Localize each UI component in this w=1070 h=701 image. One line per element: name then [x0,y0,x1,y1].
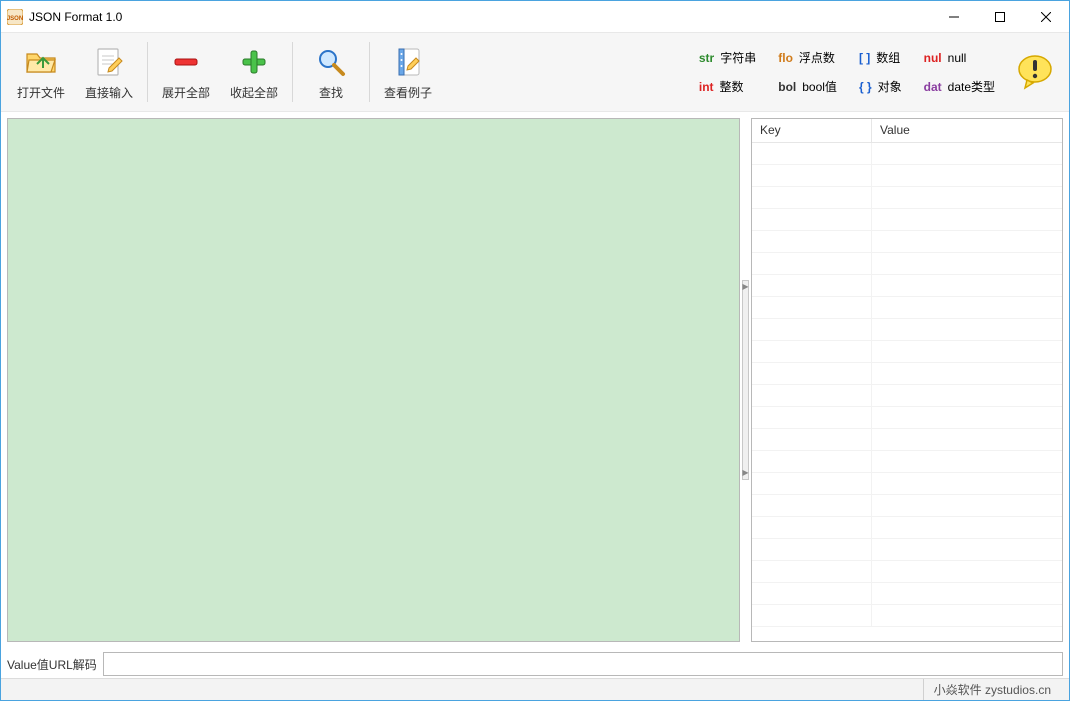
open-file-button[interactable]: 打开文件 [7,36,75,108]
legend-bol: bolbool值 [778,78,837,95]
notebook-icon [390,44,426,80]
splitter[interactable]: ▶ ▶ [740,118,751,642]
expand-all-button[interactable]: 展开全部 [152,36,220,108]
table-row[interactable] [752,341,1062,363]
collapse-all-label: 收起全部 [230,84,278,101]
minimize-button[interactable] [931,1,977,32]
window-title: JSON Format 1.0 [29,10,122,24]
minus-icon [168,44,204,80]
find-label: 查找 [319,84,343,101]
table-row[interactable] [752,319,1062,341]
expand-all-label: 展开全部 [162,84,210,101]
table-row[interactable] [752,605,1062,627]
maximize-button[interactable] [977,1,1023,32]
legend-int: int整数 [699,78,756,95]
type-legend: str字符串 flo浮点数 [ ]数组 nulnull int整数 bolboo… [699,49,1005,95]
chevron-right-icon: ▶ [742,283,748,291]
table-row[interactable] [752,385,1062,407]
table-row[interactable] [752,539,1062,561]
chevron-right-icon: ▶ [742,469,748,477]
table-row[interactable] [752,583,1062,605]
table-row[interactable] [752,143,1062,165]
url-decode-label: Value值URL解码 [7,656,97,673]
app-icon: JSON [7,9,23,25]
legend-str: str字符串 [699,49,756,66]
table-row[interactable] [752,407,1062,429]
table-row[interactable] [752,473,1062,495]
legend-nul: nulnull [924,51,995,65]
legend-flo: flo浮点数 [778,49,837,66]
direct-input-button[interactable]: 直接输入 [75,36,143,108]
plus-icon [236,44,272,80]
kv-header-value[interactable]: Value [872,119,1062,142]
table-row[interactable] [752,165,1062,187]
folder-open-icon [23,44,59,80]
table-row[interactable] [752,517,1062,539]
edit-document-icon [91,44,127,80]
status-credit: 小焱软件 zystudios.cn [923,679,1061,700]
legend-obj: { }对象 [859,78,902,95]
view-example-button[interactable]: 查看例子 [374,36,442,108]
table-row[interactable] [752,187,1062,209]
url-decode-bar: Value值URL解码 [1,648,1069,678]
kv-rows[interactable] [752,143,1062,641]
key-value-panel: Key Value [751,118,1063,642]
table-row[interactable] [752,429,1062,451]
app-window: JSON JSON Format 1.0 [0,0,1070,701]
toolbar-separator [147,42,148,102]
main-area: ▶ ▶ Key Value [1,112,1069,648]
kv-header: Key Value [752,119,1062,143]
table-row[interactable] [752,495,1062,517]
table-row[interactable] [752,209,1062,231]
toolbar: 打开文件 直接输入 [1,32,1069,112]
legend-dat: datdate类型 [924,78,995,95]
table-row[interactable] [752,275,1062,297]
view-example-label: 查看例子 [384,84,432,101]
svg-text:JSON: JSON [7,16,23,22]
url-decode-input[interactable] [103,652,1063,676]
search-icon [313,44,349,80]
alert-icon[interactable] [1015,51,1055,94]
table-row[interactable] [752,231,1062,253]
table-row[interactable] [752,253,1062,275]
legend-arr: [ ]数组 [859,49,902,66]
toolbar-separator [292,42,293,102]
collapse-all-button[interactable]: 收起全部 [220,36,288,108]
kv-header-key[interactable]: Key [752,119,872,142]
table-row[interactable] [752,561,1062,583]
table-row[interactable] [752,363,1062,385]
toolbar-separator [369,42,370,102]
find-button[interactable]: 查找 [297,36,365,108]
close-button[interactable] [1023,1,1069,32]
json-tree-panel[interactable] [7,118,740,642]
direct-input-label: 直接输入 [85,84,133,101]
table-row[interactable] [752,297,1062,319]
title-bar: JSON JSON Format 1.0 [1,1,1069,32]
open-file-label: 打开文件 [17,84,65,101]
status-bar: 小焱软件 zystudios.cn [1,678,1069,700]
table-row[interactable] [752,451,1062,473]
